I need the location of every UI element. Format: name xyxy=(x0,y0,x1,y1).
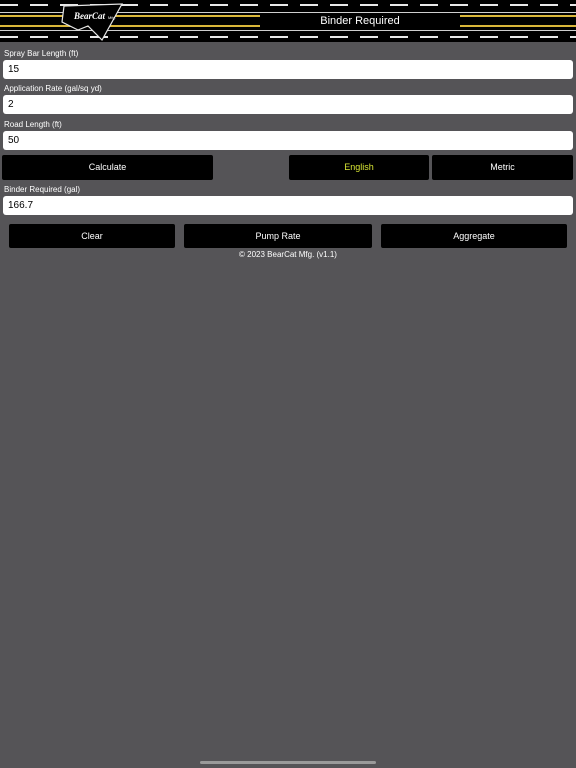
road-length-input[interactable]: 50 xyxy=(3,131,573,150)
app-header: BearCat Mfg. Binder Required xyxy=(0,0,576,42)
metric-unit-button[interactable]: Metric xyxy=(432,155,573,180)
bearcat-logo: BearCat Mfg. xyxy=(61,3,124,41)
page-title: Binder Required xyxy=(260,13,460,29)
spray-bar-length-label: Spray Bar Length (ft) xyxy=(4,49,79,58)
road-length-label: Road Length (ft) xyxy=(4,120,62,129)
binder-required-output: 166.7 xyxy=(3,196,573,215)
english-unit-button[interactable]: English xyxy=(289,155,429,180)
svg-text:Mfg.: Mfg. xyxy=(108,15,116,20)
aggregate-button[interactable]: Aggregate xyxy=(381,224,567,248)
spray-bar-length-input[interactable]: 15 xyxy=(3,60,573,79)
application-rate-input[interactable]: 2 xyxy=(3,95,573,114)
copyright-text: © 2023 BearCat Mfg. (v1.1) xyxy=(239,250,337,259)
clear-button[interactable]: Clear xyxy=(9,224,175,248)
home-indicator[interactable] xyxy=(200,761,376,764)
calculate-button[interactable]: Calculate xyxy=(2,155,213,180)
pump-rate-button[interactable]: Pump Rate xyxy=(184,224,372,248)
svg-text:BearCat: BearCat xyxy=(73,11,106,21)
binder-required-label: Binder Required (gal) xyxy=(4,185,81,194)
application-rate-label: Application Rate (gal/sq yd) xyxy=(4,84,102,93)
